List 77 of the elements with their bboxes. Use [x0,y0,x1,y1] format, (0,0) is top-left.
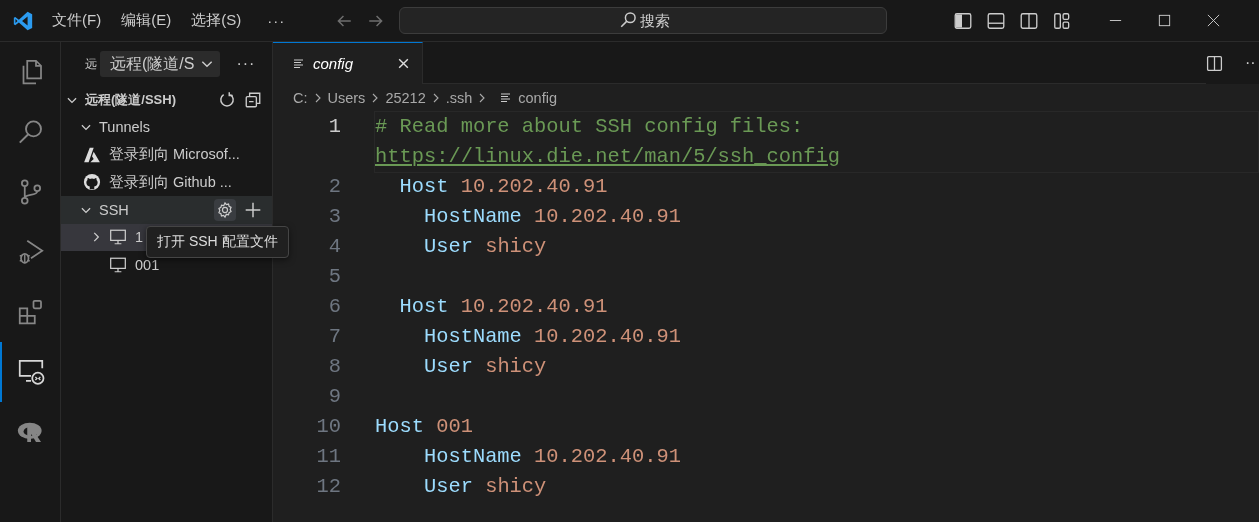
code-token: 001 [436,415,473,438]
line-number: 8 [327,354,341,380]
close-icon[interactable] [397,57,410,70]
more-actions-button[interactable]: ·· [1245,54,1259,72]
code-token: Host [375,415,424,438]
line-number: 11 [315,444,341,470]
maximize-icon[interactable] [1157,13,1173,28]
tree-item[interactable]: 登录到向 Github ... [61,168,272,196]
remote-monitor-icon [16,357,46,387]
line-number: 6 [327,294,341,320]
more-actions-button[interactable]: ··· [236,55,256,73]
line-number: 9 [327,384,341,410]
code-token: User [422,355,473,378]
file-lines-icon [500,92,513,104]
code-token: 10.202.40.91 [534,325,681,348]
line-number: 12 [315,474,341,500]
tree-item[interactable]: 远程(隧道/SSH) [61,86,272,114]
view-dropdown[interactable]: 远程(隧道/S [100,51,221,77]
breadcrumb-item[interactable]: C: [293,90,308,106]
code-token: # Read more about SSH config files: [375,115,804,138]
chevron-icon [478,92,487,104]
file-lines-icon [293,57,305,70]
search-icon [619,11,638,29]
code-token: shicy [485,355,547,378]
tree-item[interactable]: 登录到向 Microsof... [61,141,272,169]
close-icon[interactable] [1206,13,1222,28]
code-token: Host [398,295,449,318]
code-token: shicy [485,475,547,498]
tree-item[interactable]: Tunnels [61,113,272,141]
breadcrumb-item[interactable]: .ssh [445,90,473,106]
plus-icon[interactable] [244,200,262,219]
editor-tab[interactable]: config [273,42,423,84]
azure-logo-icon [83,145,101,164]
code-token: 10.202.40.91 [534,445,681,468]
line-number: 4 [327,234,341,260]
more-menu[interactable]: ··· [267,12,286,29]
code-token: 10.202.40.91 [460,175,608,198]
split-editor-icon[interactable] [1206,54,1223,72]
code-token: 10.202.40.91 [460,295,608,318]
breadcrumb-item[interactable]: Users [327,90,366,106]
line-number: 3 [327,204,341,230]
collapse-all-icon[interactable] [244,90,262,109]
tooltip: 打开 SSH 配置文件 [146,226,289,258]
settings-icon[interactable] [214,198,236,221]
chevron-icon [431,92,440,104]
menu-item[interactable]: 文件(F) [52,11,102,30]
github-logo-icon [83,173,101,192]
code-token: Host [398,175,449,198]
line-number: 7 [327,324,341,350]
tree-item[interactable]: SSH [61,196,272,224]
breadcrumb-item[interactable]: config [518,90,557,106]
code-token: shicy [485,235,547,258]
monitor-icon [109,228,127,247]
menu-item[interactable]: 选择(S) [191,11,242,30]
line-number: 5 [327,264,341,290]
line-number: 1 [327,114,341,140]
split-layout-icon[interactable] [1019,10,1040,31]
search-field[interactable]: 搜索 [399,7,888,34]
code-token: User [422,475,473,498]
code-token: User [422,235,473,258]
code-link[interactable]: https://linux.die.net/man/5/ssh_config [375,142,840,172]
breadcrumb-item[interactable]: 25212 [385,90,426,106]
code-token: 10.202.40.91 [534,205,681,228]
chevron-icon [313,92,322,104]
code-token: HostName [422,325,522,348]
code-token: HostName [422,445,522,468]
chevron-icon [371,92,380,104]
line-number: 10 [315,414,341,440]
app-logo-icon [12,9,34,32]
line-number: 2 [327,174,341,200]
refresh-icon[interactable] [218,90,236,109]
monitor-icon [109,255,127,274]
menu-item[interactable]: 编辑(E) [121,11,172,30]
code-token: HostName [422,205,522,228]
sidebar-title: 远 [85,55,98,73]
panel-toggle-icon[interactable] [986,10,1007,31]
sidebar-toggle-icon[interactable] [953,10,974,31]
